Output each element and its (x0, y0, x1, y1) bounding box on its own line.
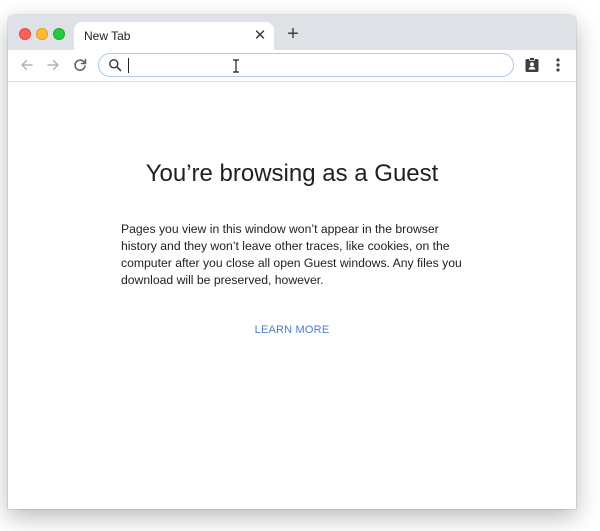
close-icon[interactable]: ✕ (252, 28, 268, 44)
browser-window: New Tab ✕ + You’re browsing as a Guest P… (8, 15, 576, 509)
guest-page: You’re browsing as a Guest Pages you vie… (8, 82, 576, 509)
window-minimize-button[interactable] (36, 28, 48, 40)
tab-title: New Tab (84, 29, 131, 43)
guest-profile-icon[interactable] (523, 56, 541, 74)
toolbar (8, 50, 576, 82)
tab-new-tab[interactable]: New Tab ✕ (74, 22, 274, 50)
title-bar: New Tab ✕ + (8, 15, 576, 50)
learn-more-link[interactable]: LEARN MORE (8, 324, 576, 336)
guest-description: Pages you view in this window won’t appe… (121, 222, 462, 287)
kebab-menu-icon[interactable] (552, 56, 564, 74)
window-maximize-button[interactable] (53, 28, 65, 40)
arrow-right-icon[interactable] (42, 54, 64, 76)
page-title: You’re browsing as a Guest (145, 160, 439, 187)
reload-icon[interactable] (69, 54, 91, 76)
arrow-left-icon[interactable] (16, 54, 38, 76)
window-close-button[interactable] (19, 28, 31, 40)
text-cursor-icon (233, 59, 239, 73)
plus-icon[interactable]: + (284, 24, 302, 44)
text-caret (128, 58, 129, 73)
search-icon (109, 59, 122, 72)
omnibox[interactable] (98, 53, 514, 77)
address-input[interactable] (127, 55, 497, 75)
